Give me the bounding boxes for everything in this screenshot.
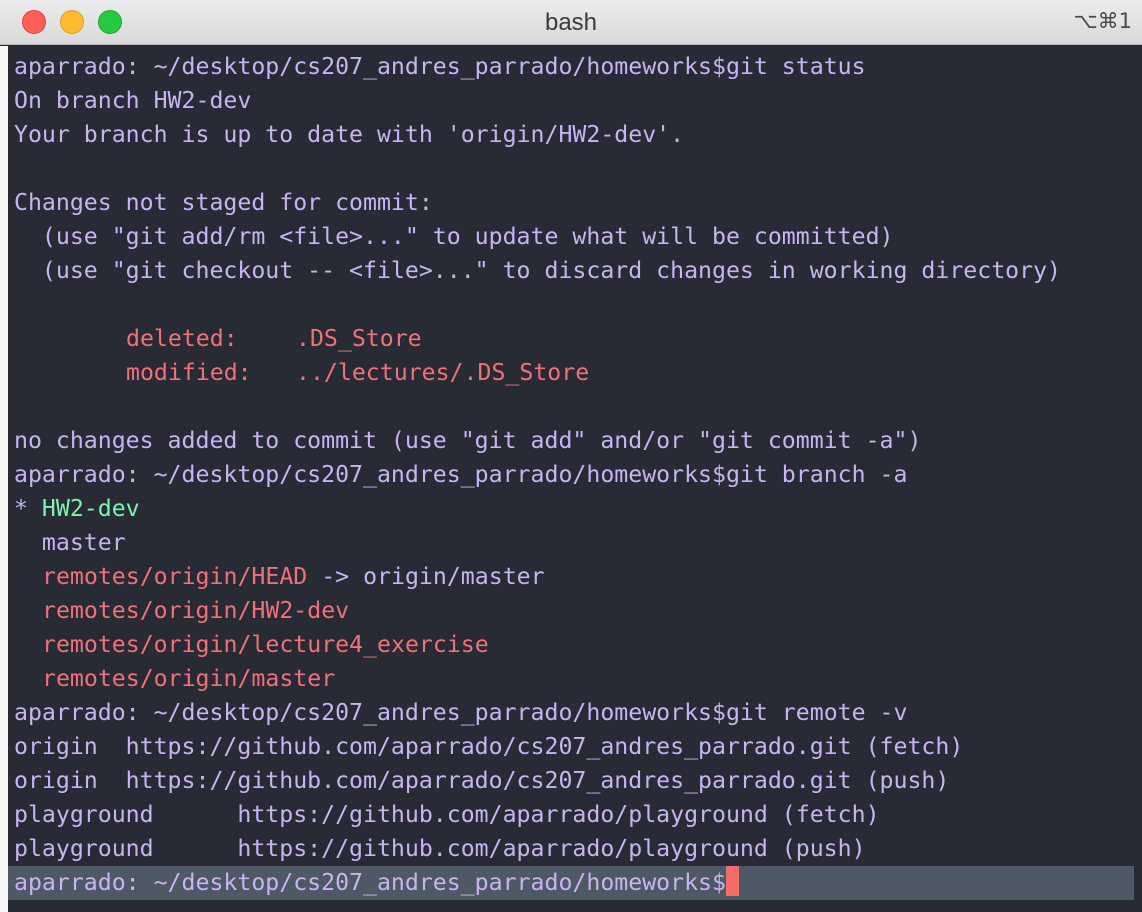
branch-local: master: [14, 529, 126, 556]
terminal-input-line[interactable]: aparrado: ~/desktop/cs207_andres_parrado…: [14, 866, 739, 900]
prompt: aparrado: ~/desktop/cs207_andres_parrado…: [14, 53, 726, 80]
remote-entry: playground https://github.com/aparrado/p…: [14, 835, 866, 862]
prompt: aparrado: ~/desktop/cs207_andres_parrado…: [14, 461, 726, 488]
remote-entry: playground https://github.com/aparrado/p…: [14, 801, 880, 828]
terminal-output[interactable]: aparrado: ~/desktop/cs207_andres_parrado…: [14, 50, 1136, 908]
terminal-line: (use "git checkout -- <file>..." to disc…: [14, 257, 1062, 284]
terminal-line: On branch HW2-dev: [14, 87, 252, 114]
window-title: bash: [544, 9, 598, 36]
window-shortcut-label: ⌥⌘1: [1073, 9, 1132, 33]
git-status-modified-file: ../lectures/.DS_Store: [296, 359, 590, 386]
prompt: aparrado: ~/desktop/cs207_andres_parrado…: [14, 699, 726, 726]
command: git status: [725, 53, 866, 80]
git-status-deleted: deleted:: [126, 325, 238, 352]
command: git branch -a: [725, 461, 908, 488]
title-bar[interactable]: bash ⌥⌘1: [0, 0, 1142, 45]
branch-remote: remotes/origin/master: [42, 665, 336, 692]
terminal-line: (use "git add/rm <file>..." to update wh…: [14, 223, 894, 250]
git-status-modified: modified:: [126, 359, 252, 386]
remote-entry: origin https://github.com/aparrado/cs207…: [14, 733, 964, 760]
branch-remote: remotes/origin/HW2-dev: [42, 597, 350, 624]
branch-remote-head: remotes/origin/HEAD -> origin/master: [42, 560, 545, 594]
terminal-line: aparrado: ~/desktop/cs207_andres_parrado…: [14, 458, 907, 492]
command: git remote -v: [725, 699, 908, 726]
git-status-deleted-file: .DS_Store: [296, 325, 422, 352]
terminal-line: Your branch is up to date with 'origin/H…: [14, 121, 685, 148]
terminal-line: aparrado: ~/desktop/cs207_andres_parrado…: [14, 50, 866, 84]
remote-ref: remotes/origin/HEAD: [42, 563, 308, 590]
background-window-edge: [0, 46, 8, 912]
branch-remote: remotes/origin/lecture4_exercise: [42, 631, 489, 658]
terminal-line: Changes not staged for commit:: [14, 189, 433, 216]
terminal-line: aparrado: ~/desktop/cs207_andres_parrado…: [14, 696, 907, 730]
prompt: aparrado: ~/desktop/cs207_andres_parrado…: [14, 869, 726, 896]
terminal-window: bash ⌥⌘1 aparrado: ~/desktop/cs207_andre…: [0, 0, 1142, 912]
current-branch-name: HW2-dev: [41, 495, 140, 522]
text-cursor: [725, 866, 739, 896]
current-branch-marker: *: [14, 495, 42, 522]
remote-entry: origin https://github.com/aparrado/cs207…: [14, 767, 950, 794]
terminal-line: no changes added to commit (use "git add…: [14, 427, 922, 454]
branch-current: * HW2-dev: [14, 492, 140, 526]
ref-target: -> origin/master: [307, 563, 545, 590]
